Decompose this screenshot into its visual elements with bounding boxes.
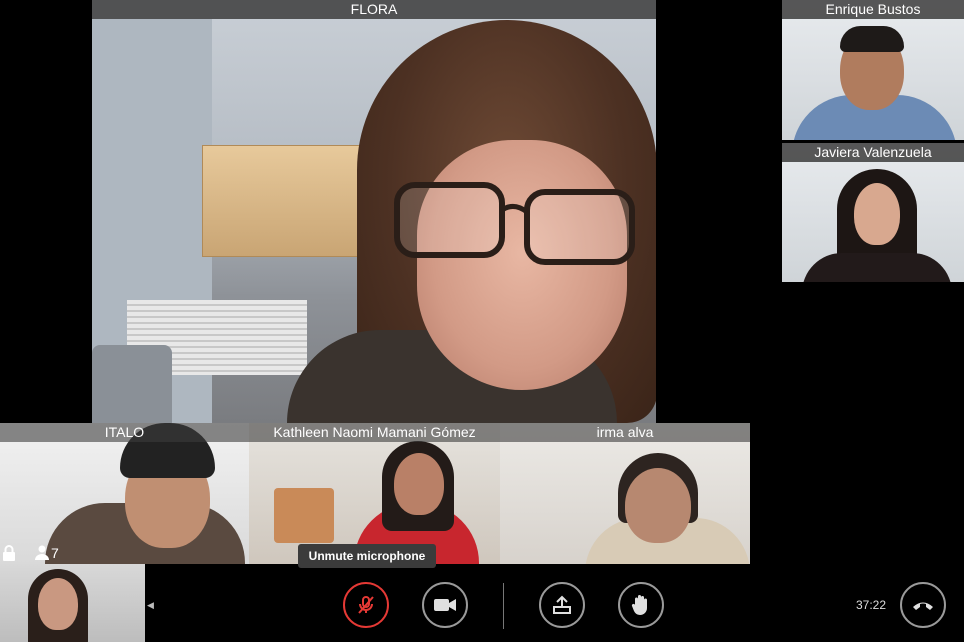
video-person-face [625,468,691,543]
video-person-face [854,183,900,245]
participants-icon[interactable] [34,544,50,560]
microphone-toggle-button[interactable] [343,582,389,628]
video-person-face [38,578,78,630]
video-chair [92,345,172,423]
raise-hand-button[interactable] [618,582,664,628]
video-person-glasses [394,182,635,265]
video-person-body [274,488,334,543]
raise-hand-icon [631,595,647,615]
participant-name: Kathleen Naomi Mamani Gómez [249,423,500,442]
video-person-hair [840,26,904,52]
mic-tooltip: Unmute microphone [298,544,436,568]
hang-up-button[interactable] [900,582,946,628]
participant-tile-javiera[interactable]: Javiera Valenzuela [782,143,964,282]
microphone-muted-icon [358,596,374,614]
participant-name: Enrique Bustos [782,0,964,19]
participant-name: Javiera Valenzuela [782,143,964,162]
lock-icon [3,545,15,561]
video-person-body [802,253,952,282]
main-speaker-tile[interactable]: FLORA [92,0,656,423]
camera-icon [434,599,456,611]
share-screen-icon [553,595,571,614]
participant-tile-irma[interactable]: irma alva [500,423,750,564]
participant-name: ITALO [0,423,249,442]
video-person-face [394,453,444,515]
collapse-filmstrip-icon[interactable]: ◀ [147,600,154,611]
participant-name: irma alva [500,423,750,442]
participant-tile-italo[interactable]: ITALO [0,423,249,564]
meeting-timer: 37:22 [856,598,887,612]
participant-tile-enrique[interactable]: Enrique Bustos [782,0,964,140]
local-video-tile[interactable] [0,564,145,642]
hang-up-icon [913,602,933,610]
participant-tile-kathleen[interactable]: Kathleen Naomi Mamani Gómez [249,423,500,564]
participant-count: 7 [51,545,59,561]
toolbar-divider [503,583,504,629]
camera-toggle-button[interactable] [422,582,468,628]
share-screen-button[interactable] [539,582,585,628]
participant-name: FLORA [92,0,656,19]
